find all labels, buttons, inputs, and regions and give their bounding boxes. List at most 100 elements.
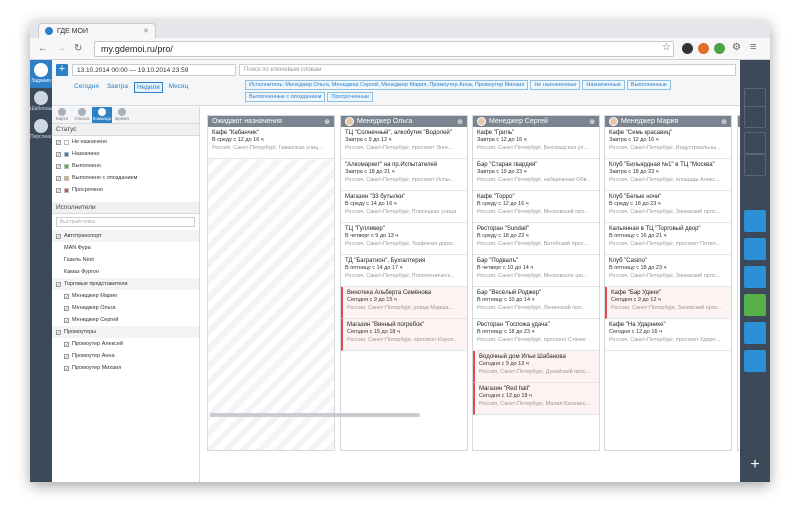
add-icon[interactable]: ⊕ [721,118,727,126]
task-card[interactable]: Бар "Старая гвардия" Завтра с 19 до 23 чР… [473,159,599,191]
browser-tab[interactable]: ГДЕ МОИ ✕ [38,23,156,38]
add-icon[interactable]: ⊕ [589,118,595,126]
status-item[interactable]: ✓ Просрочено [52,184,199,196]
executor-item[interactable]: ✓ Промоутер Алексей [52,338,199,350]
filter-chip[interactable]: Не назначенные [530,80,581,90]
back-icon[interactable]: ← [38,43,48,54]
filter-chip[interactable]: Просроченные [327,92,374,102]
filter-chip[interactable]: Назначенные [582,80,625,90]
executor-item[interactable]: ✓ Менеджер Мария [52,290,199,302]
add-icon[interactable]: ⊕ [324,118,330,126]
add-task-button[interactable]: + [56,64,68,76]
task-card[interactable]: Магазин "Red hall" Сегодня с 12 до 18 ч Ро… [473,383,599,415]
filter-chip[interactable]: Выполненные [626,80,671,90]
nav-templates[interactable]: Шаблоны [30,88,52,116]
task-card[interactable]: Кафе "Кабанчик" В среду с 12 до 16 ч Росси… [208,127,334,159]
view-tab[interactable]: Время [112,107,132,123]
checkbox[interactable]: ✓ [64,341,69,347]
task-card[interactable]: Кафе "Гриль" Завтра с 12 до 16 ч Россия, С… [473,127,599,159]
executor-item[interactable]: ✓ Промоутер Михаил [52,362,199,374]
task-card[interactable]: Бар "Весёлый Роджер" В пятницу с 10 до 14… [473,287,599,319]
executor-item[interactable]: MAN Фура [52,242,199,254]
view-tab[interactable]: Список [72,107,92,123]
truck-icon[interactable] [744,322,766,344]
chart-icon[interactable] [744,266,766,288]
executor-item[interactable]: Камаз Фургон [52,266,199,278]
checkbox[interactable]: ✓ [56,187,61,193]
task-card[interactable]: Кафе "Торро" В среду с 12 до 16 ч Россия, … [473,191,599,223]
extension-icon[interactable] [714,43,725,54]
settings-icon[interactable]: ⚙ [732,42,741,53]
task-card[interactable]: Винотека Альберта Семёнова Сегодня с 9 до… [341,287,467,319]
executor-group[interactable]: ✓ Торговые представители [52,278,199,290]
task-card[interactable]: Водочный дом Ильи Шабанова Сегодня с 9 до… [473,351,599,383]
checkbox[interactable]: ✓ [56,163,61,169]
checkbox[interactable]: ✓ [64,353,69,359]
status-item[interactable]: ✓ Выполнено с опозданием [52,172,199,184]
executor-item[interactable]: ✓ Промоутер Анна [52,350,199,362]
task-card[interactable]: Ресторан "Sundail" В среду с 18 до 22 ч Ро… [473,223,599,255]
task-card[interactable]: ТД "Багратион", Бухгалтерия В пятницу с 1… [341,255,467,287]
executor-item[interactable]: ✓ Менеджер Сергей [52,314,199,326]
search-input[interactable]: Поиск по ключевым словам [239,64,736,76]
period-week[interactable]: Неделя [133,82,163,93]
filter-chip[interactable]: Исполнитель: Менеджер Ольга, Менеджер Се… [245,80,529,90]
period-tomorrow[interactable]: Завтра [105,82,130,93]
task-card[interactable]: Бар "Подвалъ" В четверг с 10 до 14 ч Росси… [473,255,599,287]
task-card[interactable]: Кальянная в ТЦ "Торговый двор" В пятницу … [605,223,731,255]
task-card[interactable]: ТЦ "Гулливер" В четверг с 9 до 13 ч Россия… [341,223,467,255]
checkbox[interactable]: ✓ [56,233,61,239]
task-card[interactable]: Кафе "На Ударнике" Сегодня с 12 до 16 ч Ро… [605,319,731,351]
task-card[interactable]: Кафе "Бар Удачи" Сегодня с 9 до 12 ч Росси… [605,287,731,319]
checkbox[interactable]: ✓ [64,365,69,371]
date-range-input[interactable]: 13.10.2014 00:00 — 19.10.2014 23:59 [72,64,236,76]
executor-group[interactable]: ✓ Промоутеры [52,326,199,338]
executor-item[interactable]: Газель Next [52,254,199,266]
task-card[interactable]: Клуб "Casino" В пятницу с 18 до 23 ч Росси… [605,255,731,287]
mail-icon[interactable] [744,154,766,176]
view-tab[interactable]: Команда [92,107,112,123]
view-tab[interactable]: Карта [52,107,72,123]
globe-icon[interactable] [744,210,766,232]
executor-group[interactable]: ✓ Автотранспорт [52,230,199,242]
checkbox[interactable]: ✓ [56,151,61,157]
close-tab-icon[interactable]: ✕ [143,27,149,35]
filter-chip[interactable]: Выполненные с опозданием [245,92,326,102]
navigate-icon[interactable] [744,132,766,154]
checkbox[interactable]: ✓ [56,139,61,145]
nav-staff[interactable]: Персонал [30,116,53,144]
task-card[interactable]: Ресторан "Госпожа удача" В пятницу с 18 д… [473,319,599,351]
task-card[interactable]: "Алкомаркет" на пр.Испытателей Завтра с 1… [341,159,467,191]
reload-icon[interactable]: ↻ [74,43,82,54]
document-icon[interactable] [744,294,766,316]
status-item[interactable]: ✓ Назначено [52,148,199,160]
checkbox[interactable]: ✓ [56,175,61,181]
checkbox[interactable]: ✓ [56,281,61,287]
add-icon[interactable]: ⊕ [457,118,463,126]
task-card[interactable]: ТЦ "Солнечный", алкобутик "Водолей" Завтр… [341,127,467,159]
extension-icon[interactable] [698,43,709,54]
menu-icon[interactable]: ≡ [750,41,756,53]
user-icon[interactable] [744,106,766,128]
extension-icon[interactable] [682,43,693,54]
add-icon[interactable]: + [744,455,766,477]
horizontal-scrollbar[interactable] [210,413,420,417]
status-item[interactable]: ✓ Выполнено [52,160,199,172]
task-card[interactable]: Клуб "Белые ночи" В среду с 18 до 23 ч Рос… [605,191,731,223]
checkbox[interactable]: ✓ [64,293,69,299]
url-field[interactable]: my.gdemoi.ru/pro/ [94,41,674,57]
task-card[interactable]: Клуб "Бильярдная №1" в ТЦ "Москва" Завтра… [605,159,731,191]
quick-search-input[interactable]: Быстрый поиск [56,217,195,227]
period-month[interactable]: Месяц [167,82,191,93]
star-icon[interactable]: ☆ [662,42,671,53]
period-today[interactable]: Сегодня [72,82,101,93]
checkbox[interactable]: ✓ [56,329,61,335]
task-card[interactable]: Магазин "33 бутылки" В среду с 14 до 16 ч… [341,191,467,223]
status-item[interactable]: ✓ Не назначено [52,136,199,148]
checkbox[interactable]: ✓ [64,305,69,311]
forward-icon[interactable]: → [56,43,66,54]
location-pin-icon[interactable] [744,238,766,260]
executor-item[interactable]: ✓ Менеджер Ольга [52,302,199,314]
task-card[interactable]: Кафе "Семь красавиц" Завтра с 12 до 16 чР… [605,127,731,159]
checkbox[interactable]: ✓ [64,317,69,323]
